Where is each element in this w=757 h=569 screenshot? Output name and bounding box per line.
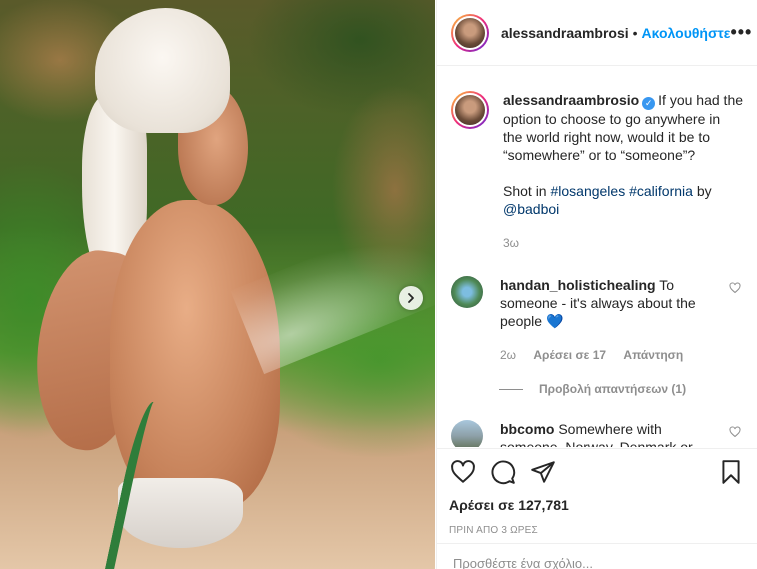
commenter-avatar[interactable] xyxy=(451,420,483,447)
follow-button[interactable]: Ακολουθήστε xyxy=(642,25,731,41)
commenter-avatar[interactable] xyxy=(451,276,483,308)
caption-shot-in: Shot in xyxy=(503,183,547,199)
comment-icon xyxy=(491,460,516,485)
caption-meta: 3ω xyxy=(503,234,743,252)
separator-dot: • xyxy=(632,24,638,41)
mention-link[interactable]: @badboi xyxy=(503,201,559,217)
post-timestamp[interactable]: ΠΡΙΝ ΑΠΟ 3 ΩΡΕΣ xyxy=(449,525,745,536)
view-replies-label: Προβολή απαντήσεων (1) xyxy=(539,382,687,396)
comment-username[interactable]: bbcomo xyxy=(500,421,554,437)
heart-icon xyxy=(451,460,475,483)
caption-avatar[interactable] xyxy=(451,91,489,129)
comment-body: bbcomo Somewhere with someone. Norway, D… xyxy=(500,420,723,447)
heart-icon xyxy=(729,426,741,438)
caption-avatar-image xyxy=(453,93,487,127)
author-username[interactable]: alessandraambrosi xyxy=(501,25,629,41)
next-photo-button[interactable] xyxy=(399,286,423,310)
add-comment-field[interactable]: Προσθέστε ένα σχόλιο... xyxy=(437,543,757,569)
caption-body: alessandraambrosio ✓ If you had the option… xyxy=(503,91,743,252)
hashtag-link[interactable]: #losangeles xyxy=(550,183,625,199)
caption-age[interactable]: 3ω xyxy=(503,236,519,250)
share-icon xyxy=(531,461,555,483)
post-photo[interactable] xyxy=(0,0,435,569)
comment-like-button[interactable] xyxy=(729,426,743,447)
photo-towel xyxy=(95,8,230,133)
action-icons xyxy=(449,449,745,495)
reply-button[interactable]: Απάντηση xyxy=(623,348,683,362)
share-button[interactable] xyxy=(529,458,557,486)
comment-emoji: 💙 xyxy=(545,313,564,329)
post-actions: Αρέσει σε 127,781 ΠΡΙΝ ΑΠΟ 3 ΩΡΕΣ xyxy=(437,448,757,544)
next-arrow-icon xyxy=(408,293,414,303)
comment-button[interactable] xyxy=(489,458,517,486)
author-avatar[interactable] xyxy=(451,13,489,52)
comment-likes[interactable]: Αρέσει σε 17 xyxy=(533,348,606,362)
comment-item: handan_holistichealing To someone - it's… xyxy=(451,276,743,364)
view-replies-line xyxy=(499,388,523,390)
caption-username[interactable]: alessandraambrosio xyxy=(503,92,639,108)
post-side-panel: alessandraambrosi • Ακολουθήστε ••• ales… xyxy=(436,0,757,569)
like-button[interactable] xyxy=(449,458,477,486)
author-avatar-image xyxy=(453,15,487,50)
post-header: alessandraambrosi • Ακολουθήστε ••• xyxy=(437,0,757,66)
view-replies-button[interactable]: Προβολή απαντήσεων (1) xyxy=(499,382,743,396)
verified-badge-icon: ✓ xyxy=(642,97,656,110)
caption-by: by xyxy=(696,183,712,199)
heart-icon xyxy=(729,282,741,294)
save-button[interactable] xyxy=(717,458,745,486)
comment-age[interactable]: 2ω xyxy=(500,348,516,362)
hashtag-link[interactable]: #california xyxy=(629,183,693,199)
bookmark-icon xyxy=(722,460,740,484)
comment-like-button[interactable] xyxy=(729,282,743,364)
comments-list[interactable]: alessandraambrosio ✓ If you had the option… xyxy=(437,67,757,447)
more-options-button[interactable]: ••• xyxy=(730,22,752,43)
comment-meta: 2ω Αρέσει σε 17 Απάντηση xyxy=(500,346,723,364)
likes-count[interactable]: Αρέσει σε 127,781 xyxy=(449,497,745,513)
comment-username[interactable]: handan_holistichealing xyxy=(500,277,656,293)
comment-item: bbcomo Somewhere with someone. Norway, D… xyxy=(451,420,743,447)
post-caption: alessandraambrosio ✓ If you had the option… xyxy=(451,91,743,252)
comment-body: handan_holistichealing To someone - it's… xyxy=(500,276,723,364)
